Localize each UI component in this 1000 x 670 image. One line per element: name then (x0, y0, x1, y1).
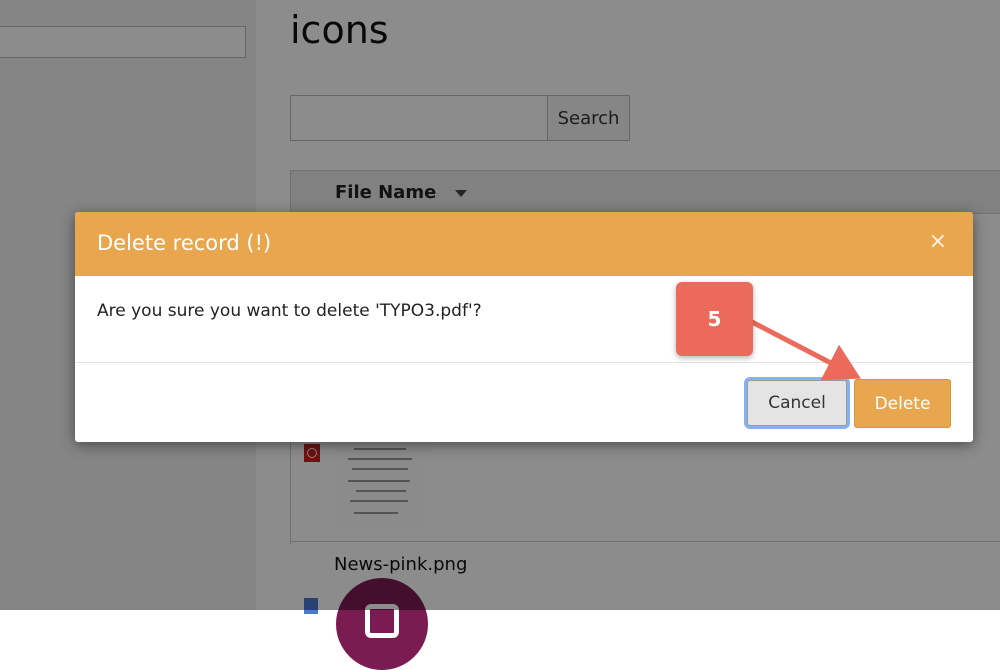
close-icon[interactable]: × (929, 231, 947, 253)
dialog-body: Are you sure you want to delete 'TYPO3.p… (75, 276, 973, 362)
delete-confirm-dialog: Delete record (!) × Are you sure you wan… (75, 212, 973, 442)
dialog-header: Delete record (!) × (75, 212, 973, 276)
dialog-title: Delete record (!) (97, 231, 272, 255)
dialog-message: Are you sure you want to delete 'TYPO3.p… (97, 301, 482, 321)
cancel-button[interactable]: Cancel (747, 380, 847, 426)
step-number-badge: 5 (676, 282, 753, 356)
dialog-footer: Cancel Delete (75, 362, 973, 442)
delete-button[interactable]: Delete (854, 379, 951, 428)
